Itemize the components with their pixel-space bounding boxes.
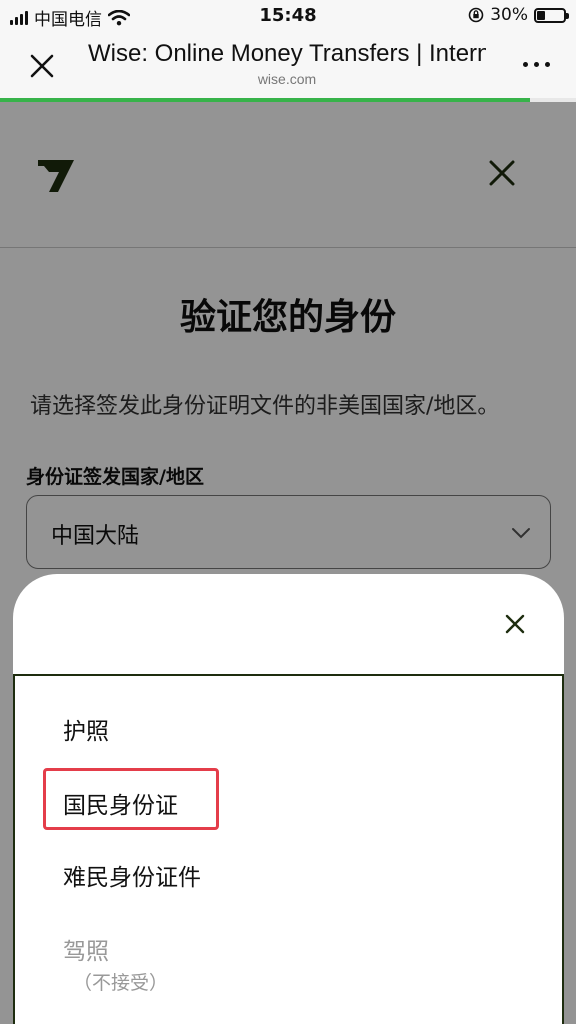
battery-level — [537, 10, 545, 20]
option-drivers-license: 驾照 — [63, 939, 109, 965]
option-passport[interactable]: 护照 — [63, 712, 109, 746]
battery-percent: 30% — [490, 5, 528, 25]
browser-title: Wise: Online Money Transfers | Internati… — [88, 40, 486, 67]
close-icon[interactable] — [26, 50, 58, 82]
option-drivers-license-note: （不接受） — [73, 972, 169, 994]
document-type-list: 护照 国民身份证 难民身份证件 驾照 （不接受） — [13, 674, 564, 1024]
browser-header: Wise: Online Money Transfers | Internati… — [0, 32, 576, 98]
more-icon[interactable] — [523, 62, 550, 67]
option-refugee-id[interactable]: 难民身份证件 — [63, 858, 201, 892]
browser-url: wise.com — [257, 71, 317, 87]
selection-highlight — [43, 768, 219, 830]
battery-icon — [534, 7, 569, 23]
status-right: 30% — [468, 5, 569, 25]
document-type-sheet: 护照 国民身份证 难民身份证件 驾照 （不接受） — [13, 574, 564, 1024]
orientation-lock-icon — [468, 7, 484, 23]
close-icon[interactable] — [503, 612, 527, 636]
status-bar: 中国电信 15:48 30% — [0, 0, 576, 32]
